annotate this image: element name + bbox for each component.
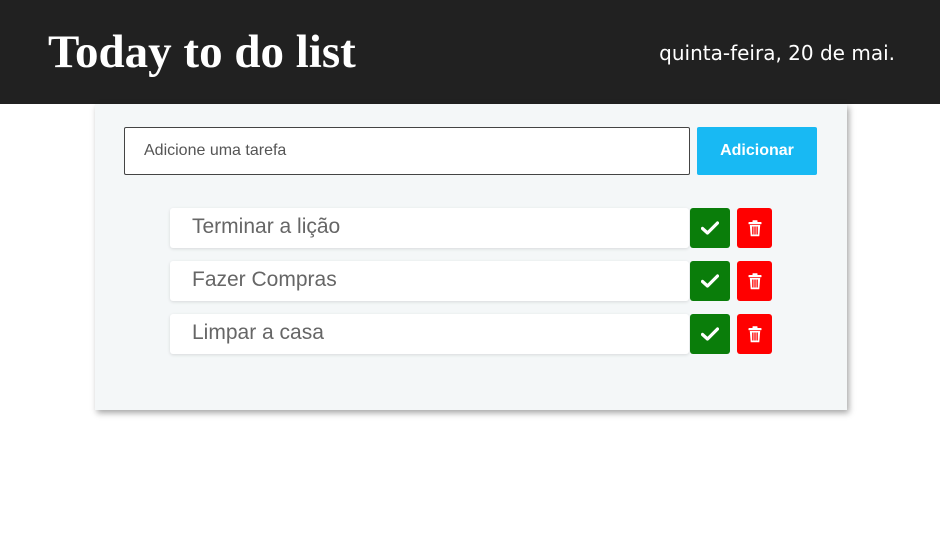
delete-task-button[interactable] <box>737 314 772 354</box>
task-list: Terminar a lição Fazer Compras Limpar a … <box>170 208 772 367</box>
complete-task-button[interactable] <box>690 208 730 248</box>
task-label: Terminar a lição <box>170 208 689 248</box>
complete-task-button[interactable] <box>690 261 730 301</box>
add-task-button[interactable]: Adicionar <box>697 127 817 175</box>
task-item: Terminar a lição <box>170 208 772 248</box>
check-icon <box>701 327 719 341</box>
delete-task-button[interactable] <box>737 261 772 301</box>
todo-card: Adicionar Terminar a lição <box>95 104 847 410</box>
check-icon <box>701 274 719 288</box>
check-icon <box>701 221 719 235</box>
page-title: Today to do list <box>48 26 356 78</box>
app-header: Today to do list quinta-feira, 20 de mai… <box>0 0 940 104</box>
trash-icon <box>748 272 761 289</box>
complete-task-button[interactable] <box>690 314 730 354</box>
task-label: Fazer Compras <box>170 261 689 301</box>
task-label: Limpar a casa <box>170 314 689 354</box>
trash-icon <box>748 325 761 342</box>
trash-icon <box>748 219 761 236</box>
task-item: Fazer Compras <box>170 261 772 301</box>
task-input[interactable] <box>124 127 690 175</box>
current-date: quinta-feira, 20 de mai. <box>659 41 895 65</box>
delete-task-button[interactable] <box>737 208 772 248</box>
task-item: Limpar a casa <box>170 314 772 354</box>
